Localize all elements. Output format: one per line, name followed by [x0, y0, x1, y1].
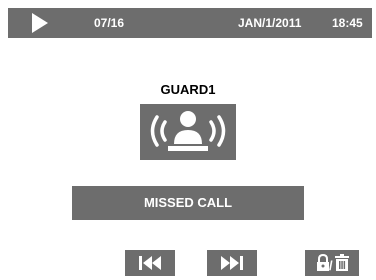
next-record-button[interactable]	[207, 250, 257, 276]
record-date: JAN/1/2011	[238, 16, 302, 30]
skip-next-icon	[221, 256, 243, 270]
record-time: 18:45	[332, 16, 363, 30]
lock-icon	[317, 253, 329, 271]
guard-station-icon	[140, 104, 236, 160]
intercom-call-history-screen: 07/16 JAN/1/2011 18:45 GUARD1 MISSED CAL…	[0, 0, 376, 280]
record-index: 07/16	[94, 16, 125, 30]
caller-name: GUARD1	[160, 82, 216, 97]
lock-delete-separator: /	[329, 258, 333, 273]
status-bar: 07/16 JAN/1/2011 18:45	[8, 8, 372, 38]
missed-call-banner: MISSED CALL	[72, 186, 304, 220]
lock-delete-button[interactable]: /	[305, 250, 359, 276]
skip-previous-icon	[139, 256, 161, 270]
play-icon[interactable]	[32, 13, 48, 33]
missed-call-label: MISSED CALL	[143, 195, 233, 210]
previous-record-button[interactable]	[125, 250, 175, 276]
trash-icon	[335, 254, 349, 271]
